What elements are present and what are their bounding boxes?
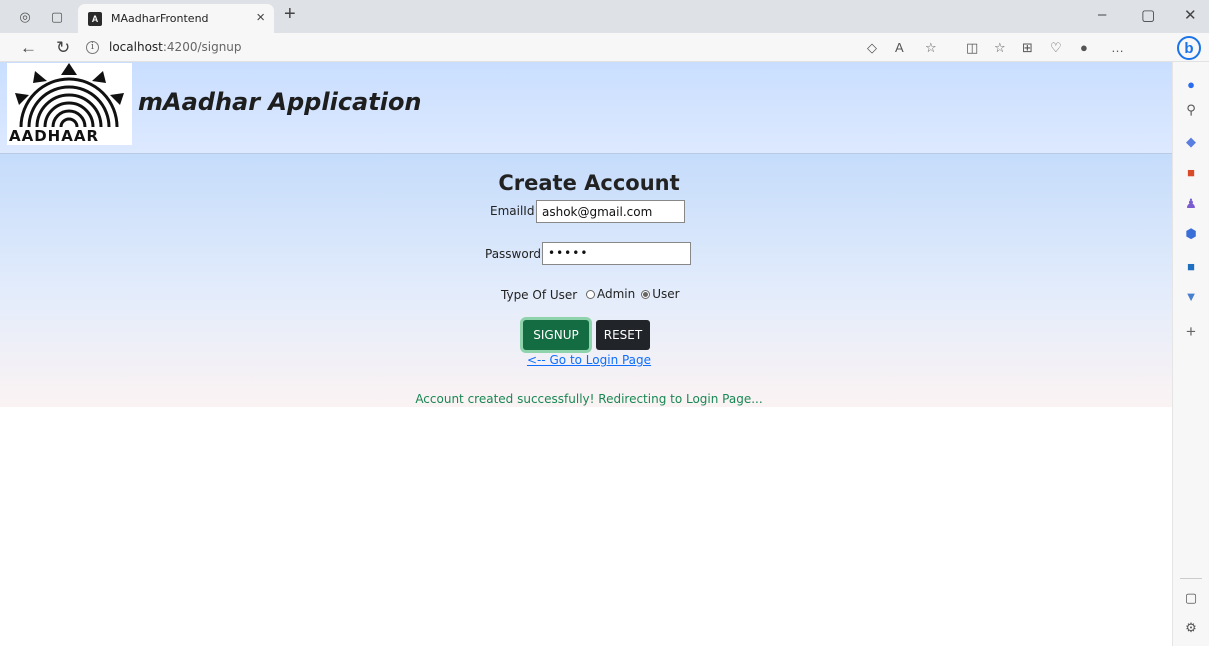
games-icon[interactable]: ♟ [1183,196,1199,212]
signup-button[interactable]: SIGNUP [523,320,589,350]
password-label: Password [485,247,542,261]
success-message: Account created successfully! Redirectin… [415,392,763,406]
url-text[interactable]: localhost:4200/signup [109,40,242,54]
email-input[interactable] [536,200,685,223]
url-field[interactable]: i localhost:4200/signup [86,36,866,58]
form-title: Create Account [498,171,680,195]
back-icon[interactable]: ← [20,38,37,58]
tab-actions-icon[interactable]: ▢ [48,8,66,26]
browser-tab[interactable]: A MAadharFrontend × [78,4,274,33]
more-menu-icon[interactable]: … [1111,40,1124,55]
go-to-login-link[interactable]: <-- Go to Login Page [0,353,1178,367]
profile-icon[interactable]: ● [1080,40,1088,55]
favorite-star-icon[interactable]: ☆ [925,40,937,56]
radio-user[interactable] [641,289,651,299]
add-sidebar-app-icon[interactable]: + [1183,322,1199,341]
close-window-icon[interactable]: ✕ [1184,6,1197,24]
refresh-icon[interactable]: ↻ [56,38,70,58]
outlook-icon[interactable]: ■ [1183,258,1199,274]
radio-admin-label: Admin [597,287,636,301]
new-tab-icon[interactable]: + [284,3,296,26]
split-screen-icon[interactable]: ◫ [966,40,978,56]
web-page: AADHAAR mAadhar Application Create Accou… [0,62,1172,646]
bing-copilot-icon[interactable]: b [1177,36,1201,60]
site-info-icon[interactable]: i [86,40,99,54]
radio-admin[interactable] [586,289,595,299]
angular-favicon-icon: A [88,11,102,26]
read-aloud-icon[interactable]: ◇ [867,40,877,56]
aadhaar-logo: AADHAAR [7,63,132,145]
drop-icon[interactable]: ▼ [1183,288,1199,304]
logo-text: AADHAAR [9,127,99,145]
tab-title: MAadharFrontend [111,12,209,25]
reset-button[interactable]: RESET [596,320,650,350]
minimize-icon[interactable]: – [1098,6,1106,23]
tools-briefcase-icon[interactable]: ■ [1183,164,1199,180]
address-bar: ← ↻ i localhost:4200/signup ◇ A ☆ ◫ ☆ ⊞ … [0,33,1209,62]
url-host: localhost [109,40,163,54]
url-path: :4200/signup [162,40,242,54]
microsoft-365-icon[interactable]: ⬢ [1183,226,1199,242]
close-tab-icon[interactable]: × [256,9,265,26]
shopping-tag-icon[interactable]: ◆ [1183,134,1199,150]
radio-user-label: User [652,287,680,301]
user-type-radio-group: Admin User [586,287,680,301]
app-header: AADHAAR mAadhar Application [0,62,1172,154]
text-size-icon[interactable]: A [895,40,904,55]
workspaces-icon[interactable]: ◎ [16,8,34,26]
sidebar-settings-gear-icon[interactable]: ⚙ [1183,620,1199,636]
browser-tab-bar: ◎ ▢ A MAadharFrontend × + – ▢ ✕ [0,0,1209,33]
password-input[interactable]: ••••• [542,242,691,265]
notification-bell-icon[interactable]: ● [1183,76,1199,92]
search-icon[interactable]: ⚲ [1183,102,1199,118]
user-type-label: Type Of User [501,288,578,302]
favorites-icon[interactable]: ☆ [994,40,1006,56]
hide-sidebar-icon[interactable]: ▢ [1183,590,1199,606]
signup-form: Create Account EmailId Password ••••• Ty… [0,154,1172,407]
browser-essentials-icon[interactable]: ♡ [1050,40,1062,56]
collections-icon[interactable]: ⊞ [1022,40,1033,56]
app-title: mAadhar Application [138,88,422,116]
email-label: EmailId [490,204,535,218]
sidebar-divider [1180,578,1202,579]
restore-icon[interactable]: ▢ [1141,6,1155,24]
aadhaar-fingerprint-sun-icon [15,63,124,128]
